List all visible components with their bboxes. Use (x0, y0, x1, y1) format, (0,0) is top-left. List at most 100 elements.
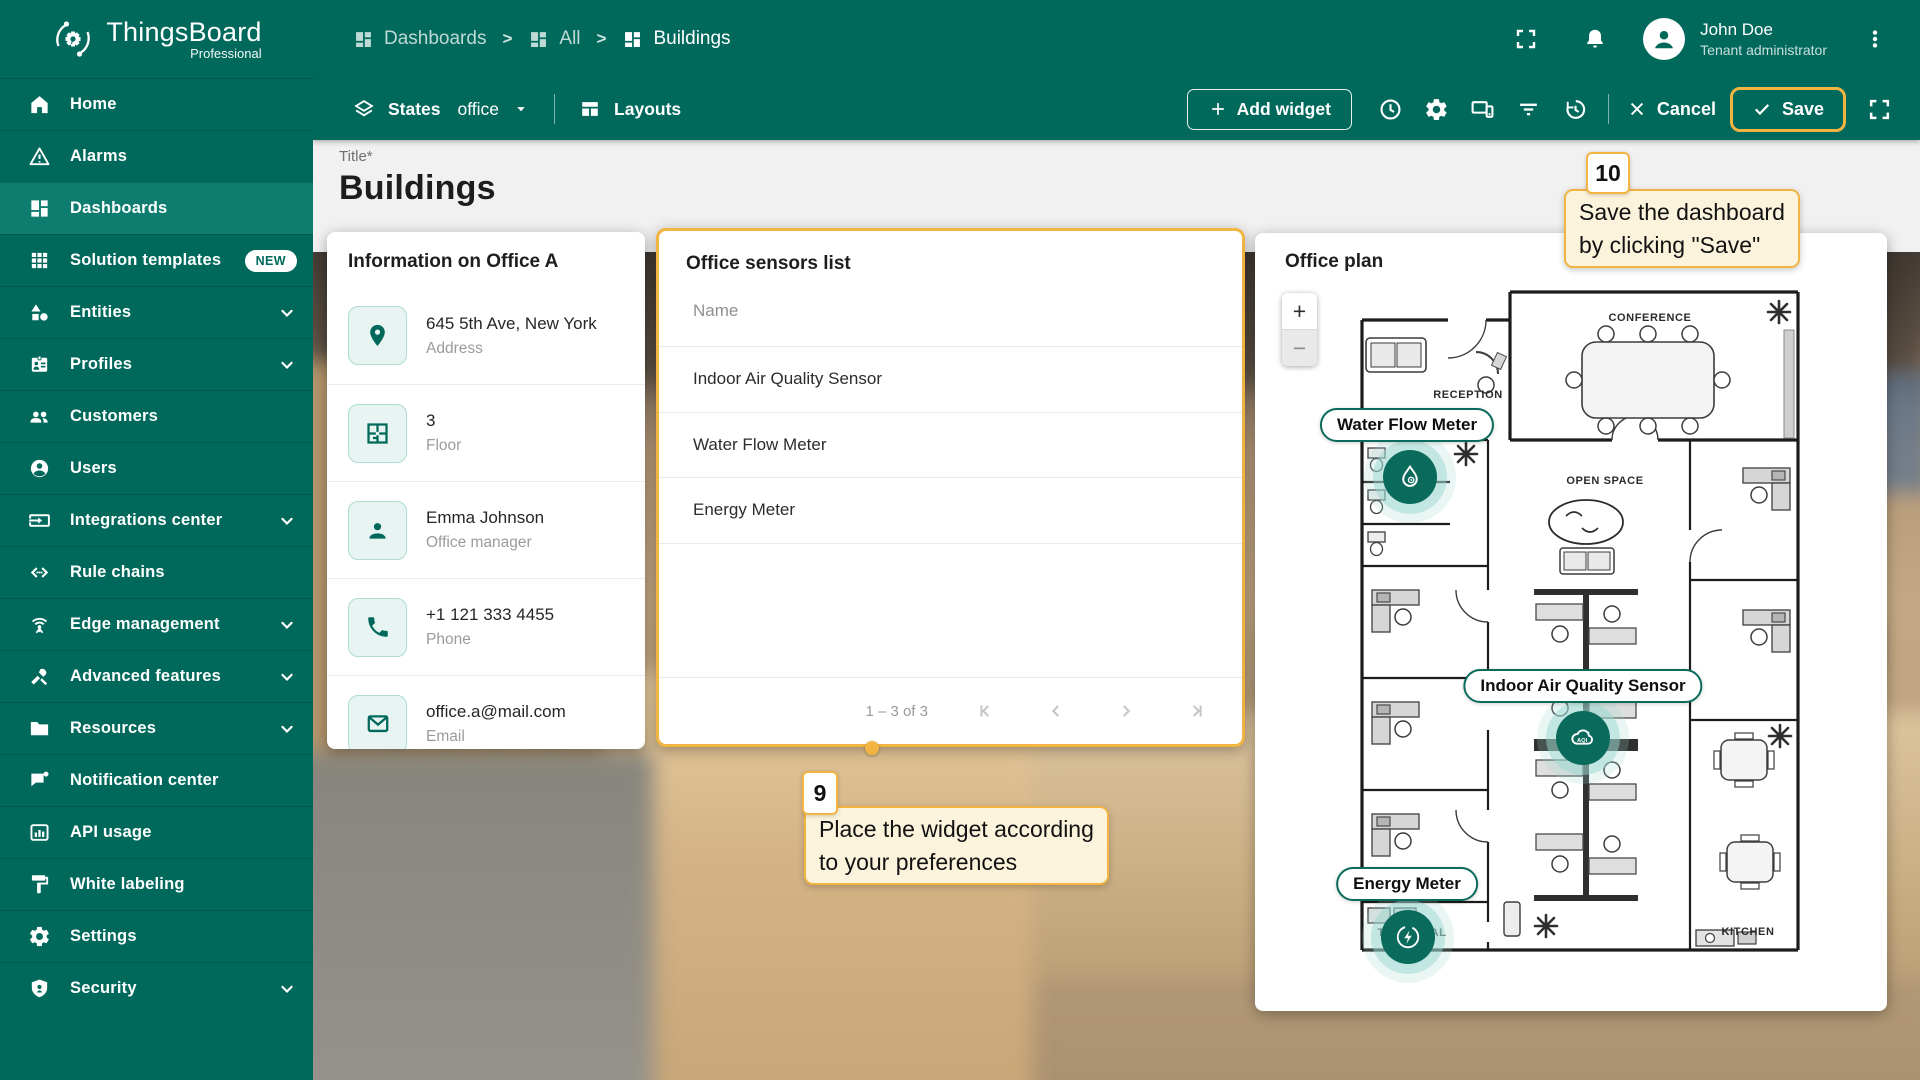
sidebar-item-label: Entities (70, 303, 131, 322)
sidebar-item-label: Notification center (70, 771, 219, 790)
marker-label-energy-meter[interactable]: Energy Meter (1336, 867, 1478, 901)
person-icon (348, 501, 407, 560)
sidebar-item-users[interactable]: Users (0, 442, 313, 494)
info-value: +1 121 333 4455 (426, 605, 554, 625)
air-quality-cloud-icon[interactable]: AQI (1556, 711, 1610, 765)
widget-title: Information on Office A (327, 232, 645, 287)
notifications-bell-icon[interactable] (1574, 18, 1616, 60)
header-actions: John Doe Tenant administrator (1505, 18, 1896, 60)
sidebar-item-api-usage[interactable]: API usage (0, 806, 313, 858)
sidebar-item-customers[interactable]: Customers (0, 390, 313, 442)
fullscreen-button[interactable] (1505, 18, 1547, 60)
office-plan-widget[interactable]: Office plan + − (1255, 233, 1887, 1011)
sidebar-item-alarms[interactable]: Alarms (0, 130, 313, 182)
sensor-row[interactable]: Water Flow Meter (659, 413, 1242, 479)
sidebar-item-settings[interactable]: Settings (0, 910, 313, 962)
user-role: Tenant administrator (1700, 41, 1827, 59)
marker-label-water-flow-meter[interactable]: Water Flow Meter (1320, 408, 1494, 442)
room-label-kitchen: KITCHEN (1721, 926, 1774, 938)
widget-resize-handle[interactable] (865, 741, 879, 755)
info-label: Phone (426, 631, 554, 649)
filter-icon[interactable] (1506, 86, 1552, 132)
brand-edition: Professional (190, 46, 262, 61)
column-header-name[interactable]: Name (659, 293, 1242, 347)
save-button[interactable]: Save (1730, 87, 1846, 132)
kebab-menu-icon[interactable] (1854, 18, 1896, 60)
sidebar-item-home[interactable]: Home (0, 78, 313, 130)
water-drop-icon[interactable] (1383, 450, 1437, 504)
version-history-icon[interactable] (1552, 86, 1598, 132)
room-label-open-space: OPEN SPACE (1566, 475, 1643, 487)
info-label: Office manager (426, 534, 544, 552)
brand-name: ThingsBoard (106, 17, 261, 48)
toolbar-divider (554, 94, 555, 124)
breadcrumb-separator: > (597, 29, 607, 49)
check-icon (1752, 99, 1772, 119)
states-selector[interactable]: States office (353, 98, 530, 120)
sidebar-item-profiles[interactable]: Profiles (0, 338, 313, 390)
time-window-clock-icon[interactable] (1368, 86, 1414, 132)
sidebar-item-rule-chains[interactable]: Rule chains (0, 546, 313, 598)
info-value: 645 5th Ave, New York (426, 314, 597, 334)
callout-text-line: Save the dashboard (1579, 196, 1785, 229)
layouts-button[interactable]: Layouts (579, 98, 681, 120)
sidebar-item-notification-center[interactable]: Notification center (0, 754, 313, 806)
next-page-button[interactable] (1114, 699, 1138, 723)
previous-page-button[interactable] (1044, 699, 1068, 723)
sidebar-item-advanced-features[interactable]: Advanced features (0, 650, 313, 702)
brand-logo[interactable]: ƒ ThingsBoard Professional (0, 0, 313, 78)
pagination-range: 1 – 3 of 3 (865, 703, 928, 720)
sidebar-item-security[interactable]: Security (0, 962, 313, 1014)
thingsboard-logo-icon: ƒ (51, 17, 95, 61)
expand-fullscreen-icon[interactable] (1856, 86, 1902, 132)
dashboard-toolbar: States office Layouts Add widget (313, 78, 1920, 140)
marker-label-indoor-air-quality-sensor[interactable]: Indoor Air Quality Sensor (1463, 669, 1702, 703)
breadcrumb-label: Dashboards (384, 28, 486, 50)
sidebar-item-white-labeling[interactable]: White labeling (0, 858, 313, 910)
zoom-out-button[interactable]: − (1282, 329, 1317, 366)
user-avatar[interactable] (1643, 18, 1685, 60)
sidebar-item-label: Alarms (70, 147, 127, 166)
sidebar-item-integrations-center[interactable]: Integrations center (0, 494, 313, 546)
device-layouts-icon[interactable] (1460, 86, 1506, 132)
breadcrumb-all[interactable]: All (528, 28, 580, 50)
sidebar-item-resources[interactable]: Resources (0, 702, 313, 754)
information-widget[interactable]: Information on Office A 645 5th Ave, New… (327, 232, 645, 749)
sensor-name: Energy Meter (693, 500, 795, 520)
dashboards-icon (27, 197, 51, 221)
user-info[interactable]: John Doe Tenant administrator (1700, 19, 1827, 59)
sidebar-item-solution-templates[interactable]: Solution templates NEW (0, 234, 313, 286)
svg-text:AQI: AQI (1577, 738, 1588, 744)
tutorial-step-9-callout: Place the widget according to your prefe… (804, 806, 1109, 885)
sidebar-item-entities[interactable]: Entities (0, 286, 313, 338)
sensor-row[interactable]: Energy Meter (659, 478, 1242, 544)
widget-title: Office sensors list (659, 231, 1242, 293)
sidebar-item-label: Integrations center (70, 511, 222, 530)
layouts-label: Layouts (614, 99, 681, 120)
close-icon (1627, 99, 1647, 119)
first-page-button[interactable] (974, 699, 998, 723)
dashboards-icon (528, 29, 549, 50)
breadcrumb-buildings[interactable]: Buildings (622, 28, 730, 50)
sidebar-item-label: White labeling (70, 875, 185, 894)
room-label-reception: RECEPTION (1433, 389, 1503, 401)
office-sensors-list-widget[interactable]: Office sensors list Name Indoor Air Qual… (656, 228, 1245, 747)
grid-modules-icon (27, 249, 51, 273)
sensor-name: Indoor Air Quality Sensor (693, 369, 882, 389)
sensor-row[interactable]: Indoor Air Quality Sensor (659, 347, 1242, 413)
sidebar-item-label: Rule chains (70, 563, 165, 582)
sidebar-item-label: Resources (70, 719, 156, 738)
input-icon (27, 509, 51, 533)
dashboard-canvas: Title* Buildings (313, 140, 1920, 1080)
layouts-icon (579, 98, 601, 120)
new-badge: NEW (245, 250, 297, 272)
breadcrumb-dashboards[interactable]: Dashboards (353, 28, 486, 50)
sidebar-item-dashboards[interactable]: Dashboards (0, 182, 313, 234)
sidebar-item-edge-management[interactable]: Edge management (0, 598, 313, 650)
last-page-button[interactable] (1184, 699, 1208, 723)
zoom-in-button[interactable]: + (1282, 293, 1317, 329)
cancel-button[interactable]: Cancel (1627, 99, 1716, 120)
add-widget-button[interactable]: Add widget (1187, 89, 1352, 130)
dashboard-settings-gear-icon[interactable] (1414, 86, 1460, 132)
energy-bolt-icon[interactable] (1381, 910, 1435, 964)
